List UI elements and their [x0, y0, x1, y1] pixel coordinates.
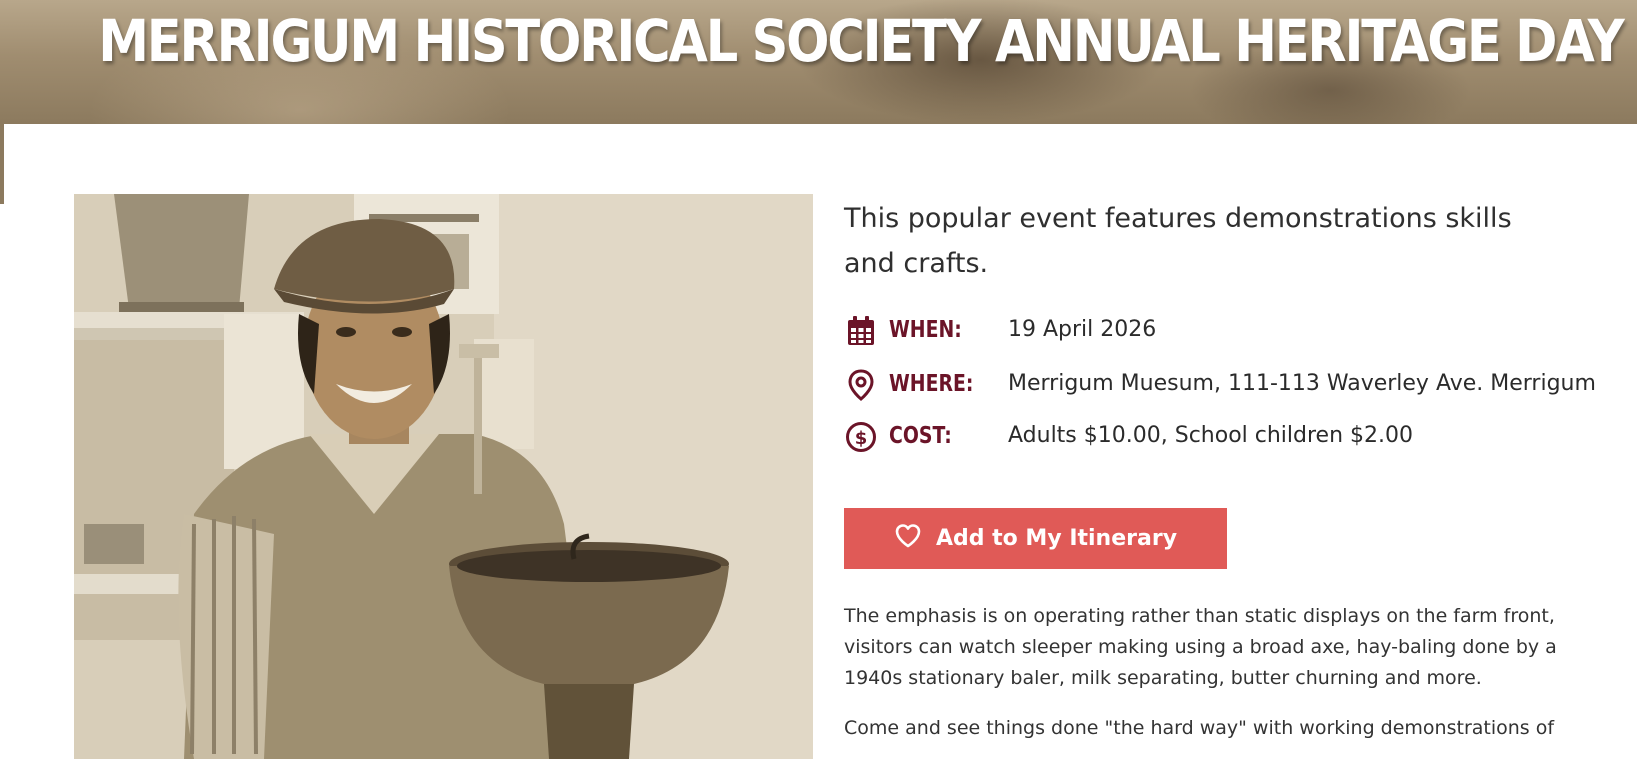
where-value: Merrigum Muesum, 111-113 Waverley Ave. M…	[1008, 371, 1596, 396]
page-title: MERRIGUM HISTORICAL SOCIETY ANNUAL HERIT…	[98, 7, 1624, 75]
description-paragraph-1: The emphasis is on operating rather than…	[844, 605, 1557, 689]
hero-banner: MERRIGUM HISTORICAL SOCIETY ANNUAL HERIT…	[0, 0, 1637, 124]
info-row-cost: $ COST: Adults $10.00, School children $…	[844, 418, 1604, 458]
map-pin-icon	[844, 368, 878, 402]
event-photo-illustration	[74, 194, 813, 759]
heart-icon	[894, 522, 922, 556]
event-photo	[74, 194, 813, 759]
dollar-circle-icon: $	[844, 420, 878, 454]
svg-text:$: $	[855, 428, 868, 449]
where-label: WHERE:	[889, 371, 974, 397]
description-paragraph-2: Come and see things done "the hard way" …	[844, 717, 1555, 739]
info-row-where: WHERE: Merrigum Muesum, 111-113 Waverley…	[844, 366, 1604, 406]
calendar-icon	[844, 314, 878, 348]
when-value: 19 April 2026	[1008, 317, 1157, 342]
cost-label: COST:	[889, 423, 952, 449]
add-to-itinerary-button[interactable]: Add to My Itinerary	[844, 508, 1227, 569]
event-intro: This popular event features demonstratio…	[844, 203, 1512, 279]
info-row-when: WHEN: 19 April 2026	[844, 312, 1604, 352]
when-label: WHEN:	[889, 317, 962, 343]
cost-value: Adults $10.00, School children $2.00	[1008, 423, 1414, 448]
add-to-itinerary-label: Add to My Itinerary	[935, 526, 1178, 551]
banner-edge	[0, 124, 4, 204]
